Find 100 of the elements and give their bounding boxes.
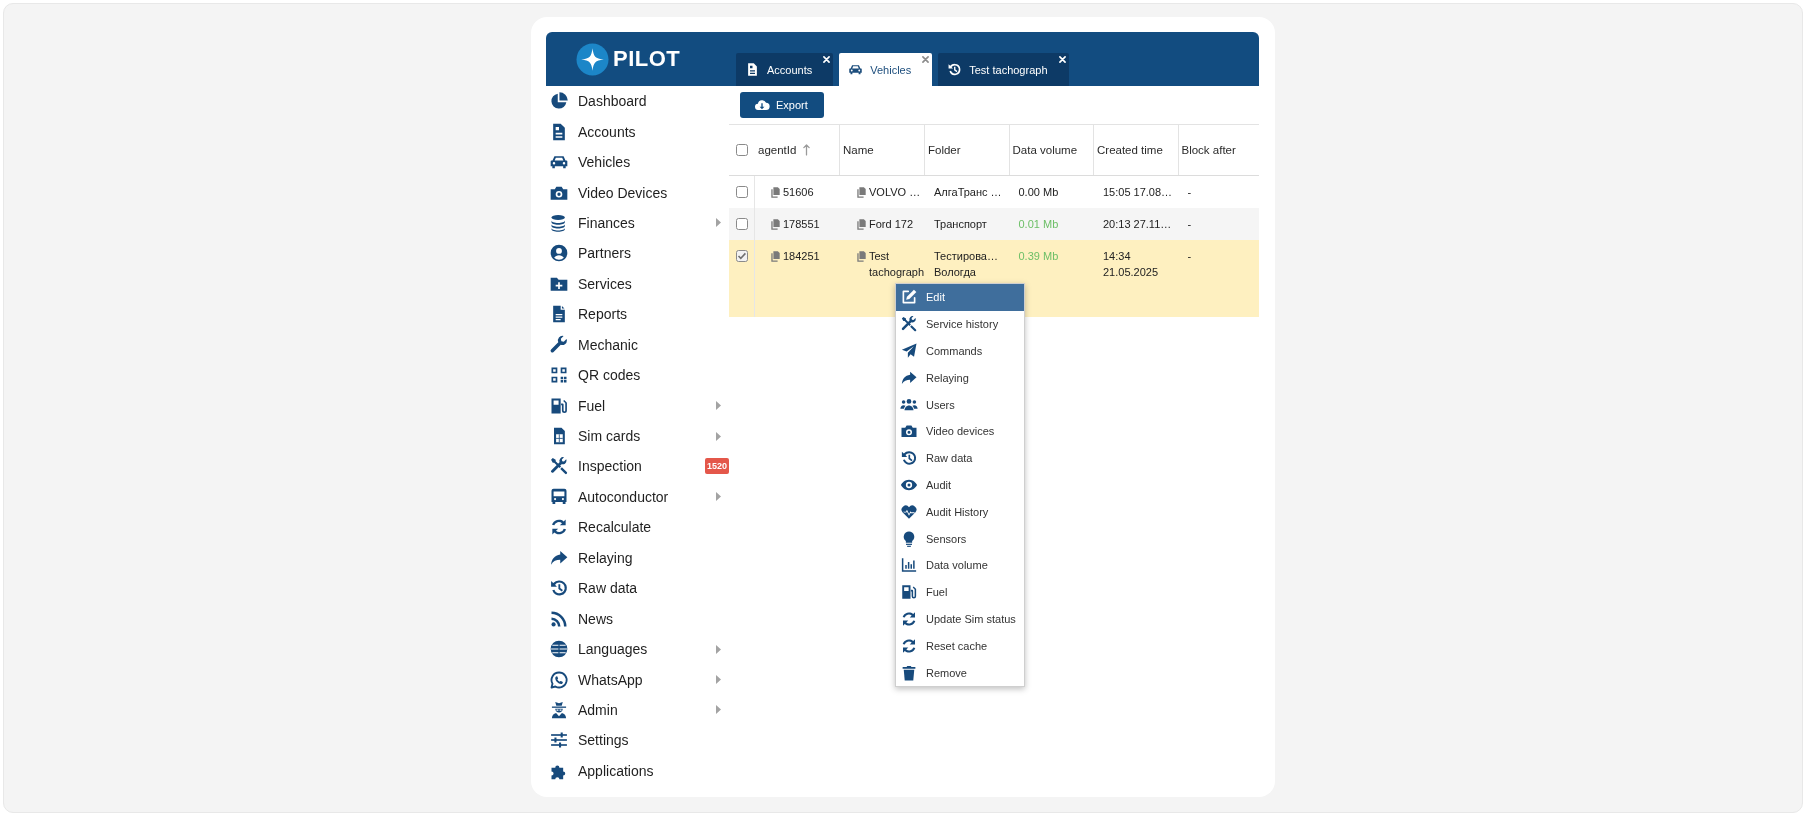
menu-item[interactable]: Users (896, 391, 1024, 418)
caret-icon (716, 675, 721, 685)
menu-item[interactable]: Sensors (896, 525, 1024, 552)
history-icon (947, 62, 963, 77)
table-cell: 15:05 17.08… (1103, 186, 1173, 198)
menu-item[interactable]: Data volume (896, 551, 1024, 579)
copy-icon[interactable] (857, 218, 866, 230)
caret-icon (716, 705, 721, 715)
logo-icon (576, 42, 609, 76)
menu-item[interactable]: Reset cache (896, 632, 1024, 660)
sidebar-item[interactable]: Recalculate (546, 512, 729, 543)
table-cell: 0.01 Mb (1018, 218, 1059, 230)
table-row[interactable]: 178551 Ford 172 Транспорт 0.01 Mb 20:13 27.11… - (729, 208, 1259, 240)
tab[interactable]: Accounts (736, 53, 834, 86)
heart-pulse-icon (900, 502, 918, 521)
sidebar-item[interactable]: QR codes (546, 359, 729, 391)
table-cell: 20:13 27.11… (1103, 218, 1172, 230)
tools-icon (549, 456, 569, 477)
caret-icon (716, 218, 721, 228)
fuel-pump-icon (900, 583, 918, 602)
paper-plane-icon (900, 342, 918, 360)
menu-item[interactable]: Video devices (896, 418, 1024, 445)
sidebar-item[interactable]: Relaying (546, 542, 729, 573)
trash-icon (900, 663, 918, 682)
qr-code-icon (549, 365, 569, 386)
table-cell: - (1187, 186, 1192, 198)
sidebar-item[interactable]: Settings (546, 725, 729, 756)
table-cell-text: 178551 (783, 217, 820, 232)
column-header[interactable]: agentId (755, 125, 840, 175)
sidebar-item[interactable]: Reports (546, 299, 729, 330)
cloud-download-icon (754, 97, 770, 113)
table-cell: 0.00 Mb (1018, 186, 1059, 198)
tab[interactable]: Test tachograph (938, 53, 1069, 86)
menu-item[interactable]: Audit History (896, 498, 1024, 526)
globe-icon (549, 639, 569, 660)
copy-icon[interactable] (857, 186, 866, 198)
sidebar-item[interactable]: Fuel (546, 390, 729, 421)
copy-icon[interactable] (771, 250, 780, 262)
table-cell: Транспорт (934, 218, 987, 230)
sidebar-item[interactable]: Sim cards (546, 420, 729, 452)
menu-item[interactable]: Update Sim status (896, 605, 1024, 633)
sidebar-item[interactable]: Dashboard (546, 86, 729, 117)
copy-icon[interactable] (771, 218, 780, 230)
menu-item[interactable]: Fuel (896, 578, 1024, 606)
sidebar-item[interactable]: Applications (546, 755, 729, 787)
bar-chart-icon (900, 556, 918, 575)
logo-text: PILOT (613, 46, 681, 72)
table-cell-text: Test tachograph (869, 249, 925, 280)
sidebar-item[interactable]: Video Devices (546, 177, 729, 208)
sidebar-item[interactable]: Vehicles (546, 146, 729, 178)
menu-item[interactable]: Commands (896, 337, 1024, 365)
row-checkbox[interactable] (735, 185, 748, 198)
column-header[interactable]: Folder (925, 125, 1010, 175)
sidebar-item[interactable]: Raw data (546, 573, 729, 604)
row-checkbox[interactable] (735, 217, 748, 230)
table-cell-text: VOLVO … (869, 185, 921, 200)
table-cell: - (1187, 250, 1192, 262)
column-header[interactable]: Name (840, 125, 925, 175)
export-button[interactable]: Export (740, 92, 824, 118)
hat-person-icon (549, 699, 569, 720)
sidebar-item[interactable]: Languages (546, 633, 729, 665)
caret-icon (716, 492, 721, 502)
table-cell-text: 51606 (783, 185, 814, 200)
menu-item[interactable]: Remove (896, 659, 1024, 686)
sort-arrow-icon (803, 144, 811, 156)
column-header[interactable]: Block after (1178, 125, 1259, 175)
sidebar-item[interactable]: Autoconductor (546, 481, 729, 513)
refresh-icon (900, 609, 918, 628)
column-header[interactable]: Data volume (1009, 125, 1094, 175)
sidebar-item[interactable]: Admin (546, 694, 729, 726)
chat-phone-icon (549, 669, 569, 690)
table-cell-text: 184251 (783, 249, 820, 264)
copy-icon[interactable] (857, 250, 866, 262)
bus-icon (549, 486, 569, 507)
caret-icon (716, 431, 721, 441)
sidebar-item[interactable]: Mechanic (546, 329, 729, 360)
document-icon (745, 62, 760, 77)
menu-item[interactable]: Audit (896, 471, 1024, 499)
pie-chart-icon (549, 91, 569, 112)
history-icon (900, 449, 918, 468)
sidebar-item[interactable]: WhatsApp (546, 664, 729, 695)
column-header[interactable]: Created time (1094, 125, 1179, 175)
car-icon (848, 62, 864, 77)
count-badge: 1520 (704, 458, 729, 475)
sidebar-item[interactable]: Partners (546, 238, 729, 269)
sidebar-item[interactable]: Services (546, 268, 729, 300)
copy-icon[interactable] (771, 186, 780, 198)
sidebar-item[interactable]: Inspection 1520 (546, 451, 729, 482)
menu-item[interactable]: Relaying (896, 364, 1024, 392)
row-checkbox[interactable] (735, 249, 748, 262)
select-all-checkbox[interactable] (735, 144, 748, 156)
sidebar-item[interactable]: Accounts (546, 116, 729, 147)
table-cell: - (1187, 218, 1192, 230)
menu-item[interactable]: Edit (896, 284, 1024, 311)
sidebar-item[interactable]: Finances (546, 207, 729, 239)
refresh-icon (900, 636, 918, 655)
tab[interactable]: Vehicles (839, 53, 933, 86)
sidebar-item[interactable]: News (546, 603, 729, 634)
menu-item[interactable]: Raw data (896, 444, 1024, 472)
sliders-icon (549, 730, 569, 751)
